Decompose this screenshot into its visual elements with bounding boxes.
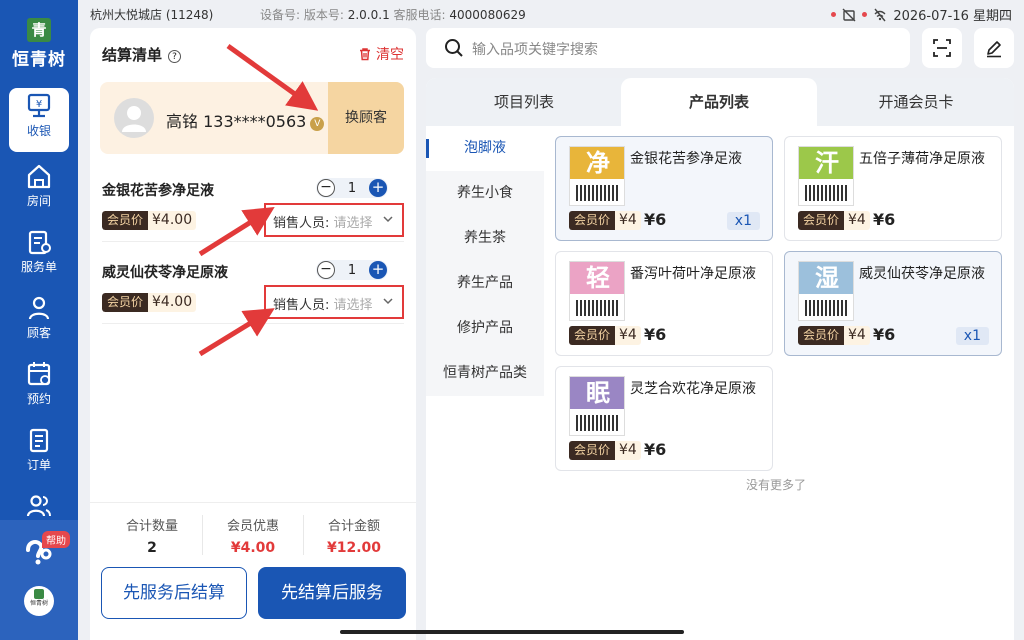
annotation-arrow [226,43,319,111]
home-indicator[interactable] [340,630,684,634]
annotation-arrows [198,43,319,357]
annotation-arrow [198,308,275,357]
annotation-arrow [198,207,275,257]
